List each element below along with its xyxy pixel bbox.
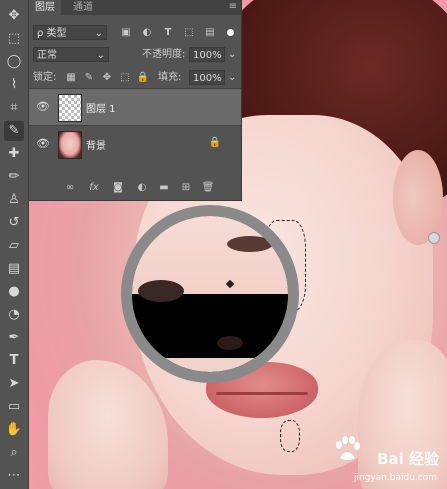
visibility-eye-icon[interactable]: 👁 [36, 101, 50, 113]
chevron-down-icon: ⌄ [94, 28, 103, 39]
lock-label: 锁定: [33, 72, 57, 83]
group-icon[interactable]: ▬ [157, 181, 171, 195]
layers-bottom-bar: ∞ fx ◙ ◐ ▬ ⊞ 🗑 [29, 176, 241, 200]
magnifier-bottom-half [132, 294, 288, 372]
dodge-tool-icon[interactable]: ◔ [4, 305, 24, 325]
filter-type-icon[interactable]: T [161, 26, 175, 40]
zoom-tool-icon[interactable]: ⌕ [4, 443, 24, 463]
visibility-eye-icon[interactable]: 👁 [36, 138, 50, 150]
rectangle-tool-icon[interactable]: ▭ [4, 397, 24, 417]
mask-icon[interactable]: ◙ [111, 181, 125, 195]
clone-stamp-tool-icon[interactable]: ♙ [4, 190, 24, 210]
gradient-tool-icon[interactable]: ▤ [4, 259, 24, 279]
more-tools-icon[interactable]: ⋯ [4, 466, 24, 486]
eraser-tool-icon[interactable]: ▱ [4, 236, 24, 256]
lock-icon: 🔒 [208, 137, 221, 148]
magnifier-bottom-sample [146, 358, 274, 372]
magnifier-view [132, 216, 288, 372]
healing-tool-icon[interactable]: ✚ [4, 144, 24, 164]
crop-tool-icon[interactable]: ⌗ [4, 98, 24, 118]
panel-menu-icon[interactable]: ≡ [229, 1, 237, 12]
lock-all-icon[interactable]: 🔒 [136, 71, 150, 85]
blend-mode-select[interactable]: 正常 ⌄ [33, 47, 109, 62]
filter-kind-select[interactable]: ρ 类型 ⌄ [33, 25, 107, 40]
lasso-tool-icon[interactable]: ◯ [4, 52, 24, 72]
history-brush-tool-icon[interactable]: ↺ [4, 213, 24, 233]
layer-name: 背景 [86, 141, 106, 152]
filter-shape-icon[interactable]: ⬚ [182, 26, 196, 40]
layer-thumbnail [58, 94, 82, 122]
layer-row-layer1[interactable]: 👁 图层 1 [29, 89, 241, 125]
blur-tool-icon[interactable]: ● [4, 282, 24, 302]
move-tool-icon[interactable]: ✥ [4, 6, 24, 26]
magnified-eye [138, 280, 184, 302]
panel-tabbar: 图层 通道 ≡ [29, 0, 241, 15]
eyedropper-tool-icon[interactable]: ✎ [4, 121, 24, 141]
chevron-down-icon[interactable]: ⌄ [228, 70, 236, 85]
chevron-down-icon[interactable]: ⌄ [228, 47, 236, 62]
layers-panel: 图层 通道 ≡ ρ 类型 ⌄ ▣ ◐ T ⬚ ▤ 正常 ⌄ 不透明度: 100%… [29, 0, 242, 201]
tab-layers[interactable]: 图层 [29, 0, 61, 15]
marquee-tool-icon[interactable]: ⬚ [4, 29, 24, 49]
chevron-down-icon: ⌄ [96, 50, 105, 61]
blend-mode-value: 正常 [37, 50, 57, 61]
trash-icon[interactable]: 🗑 [201, 181, 215, 195]
lock-position-icon[interactable]: ✥ [100, 71, 114, 85]
magnified-eye [227, 236, 273, 252]
quick-select-tool-icon[interactable]: ⌇ [4, 75, 24, 95]
brush-tool-icon[interactable]: ✏ [4, 167, 24, 187]
tab-channels[interactable]: 通道 [67, 0, 99, 15]
new-layer-icon[interactable]: ⊞ [179, 181, 193, 195]
hand-tool-icon[interactable]: ✋ [4, 420, 24, 440]
path-select-tool-icon[interactable]: ➤ [4, 374, 24, 394]
watermark-brand: Bai 经验 [377, 450, 439, 468]
layer-row-background[interactable]: 👁 背景 🔒 [29, 126, 241, 162]
earring [428, 232, 440, 244]
fill-label: 填充: [158, 72, 182, 83]
adjustment-icon[interactable]: ◐ [135, 181, 149, 195]
lip-line [216, 392, 308, 395]
selection-outline [280, 420, 300, 452]
fx-icon[interactable]: fx [87, 181, 101, 195]
layer-name: 图层 1 [86, 104, 116, 115]
lock-pixels-icon[interactable]: ✎ [82, 71, 96, 85]
opacity-input[interactable]: 100% [189, 47, 225, 62]
filter-kind-label: ρ 类型 [37, 28, 67, 39]
filter-smart-object-icon[interactable]: ▤ [203, 26, 217, 40]
magnifier-loupe [121, 205, 299, 383]
filter-pixel-icon[interactable]: ▣ [119, 26, 133, 40]
baidu-paw-logo [336, 436, 360, 460]
magnified-nostril [217, 336, 243, 350]
filter-toggle-icon[interactable] [227, 29, 234, 36]
tools-panel: ✥ ⬚ ◯ ⌇ ⌗ ✎ ✚ ✏ ♙ ↺ ▱ ▤ ● ◔ ✒ T ➤ ▭ ✋ ⌕ … [0, 0, 29, 489]
pen-tool-icon[interactable]: ✒ [4, 328, 24, 348]
watermark-url: jingyan.baidu.com [353, 473, 437, 483]
type-tool-icon[interactable]: T [4, 351, 24, 371]
filter-adjustment-icon[interactable]: ◐ [140, 26, 154, 40]
ear-region [393, 150, 443, 245]
lock-artboard-icon[interactable]: ⬚ [118, 71, 132, 85]
link-icon[interactable]: ∞ [63, 181, 77, 195]
lock-transparent-icon[interactable]: ▦ [64, 71, 78, 85]
layer-thumbnail [58, 131, 82, 159]
opacity-label: 不透明度: [142, 49, 186, 60]
fill-input[interactable]: 100% [189, 70, 225, 85]
